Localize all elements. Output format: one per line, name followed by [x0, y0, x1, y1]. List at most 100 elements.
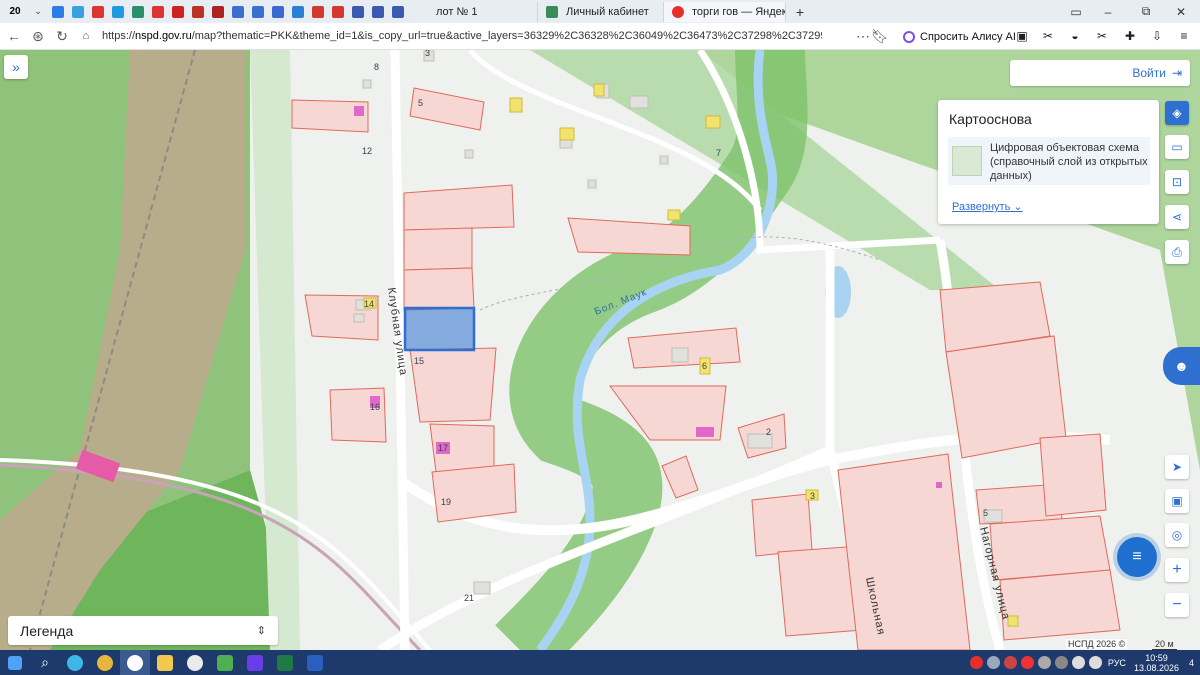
lock-icon[interactable]: ⌂: [74, 24, 98, 48]
parcel: [989, 515, 1111, 581]
legend-dropdown[interactable]: Легенда ⇕: [8, 616, 278, 645]
tab-label: торги гов — Яндекс: наш: [692, 5, 786, 18]
wifi-icon[interactable]: [1071, 656, 1085, 669]
navigate-arrow-icon[interactable]: ➤: [1165, 455, 1189, 479]
close-window-icon[interactable]: ✕: [1165, 0, 1197, 23]
file-explorer-icon[interactable]: [150, 650, 180, 675]
search-icon[interactable]: ⌕: [30, 650, 60, 675]
downloads-icon[interactable]: ⇩: [1148, 27, 1166, 45]
reload-icon[interactable]: ↻: [50, 24, 74, 48]
extension-icon[interactable]: ◒: [1066, 27, 1084, 45]
zoom-out-button[interactable]: −: [1165, 593, 1189, 617]
pinned-tab[interactable]: [228, 2, 248, 22]
pinned-tab[interactable]: [308, 2, 328, 22]
basemap-layer-option[interactable]: Цифровая объектовая схема (справочный сл…: [948, 137, 1150, 185]
pinned-tab[interactable]: [348, 2, 368, 22]
pinned-tab[interactable]: [208, 2, 228, 22]
menu-icon[interactable]: ≡: [1175, 27, 1193, 45]
pinned-tab[interactable]: [68, 2, 88, 22]
edge-icon[interactable]: [60, 650, 90, 675]
back-arrow-icon[interactable]: ←: [2, 24, 26, 48]
maximize-icon[interactable]: ⧉: [1130, 0, 1162, 23]
pinned-tab[interactable]: [288, 2, 308, 22]
pinned-tab[interactable]: [148, 2, 168, 22]
extension-icon[interactable]: ▣: [1013, 27, 1031, 45]
ruler-tool-icon[interactable]: ▭: [1165, 135, 1189, 159]
clock[interactable]: 10:59 13.08.2026: [1134, 653, 1179, 673]
selected-parcel: [403, 306, 476, 352]
tab-count-badge[interactable]: 20: [5, 3, 25, 20]
plot-number: 6: [702, 361, 707, 371]
minimap-icon[interactable]: ▣: [1165, 489, 1189, 513]
bookmark-window-icon[interactable]: ▭: [1060, 0, 1092, 23]
tab-yandex-search[interactable]: торги гов — Яндекс: наш: [664, 1, 786, 22]
pinned-tab[interactable]: [328, 2, 348, 22]
help-chat-icon[interactable]: ☻: [1163, 347, 1200, 385]
basemap-panel: Картооснова Цифровая объектовая схема (с…: [938, 100, 1159, 224]
tray-icon[interactable]: [1020, 656, 1034, 669]
pinned-tab[interactable]: [128, 2, 148, 22]
tab-lot[interactable]: лот № 1: [428, 1, 538, 22]
expand-link[interactable]: Развернуть ⌄: [952, 200, 1023, 213]
parcel: [1039, 433, 1107, 517]
shield-icon[interactable]: ⊛: [26, 24, 50, 48]
pinned-tab[interactable]: [48, 2, 68, 22]
tab-cabinet[interactable]: Личный кабинет: [538, 1, 664, 22]
start-windows-icon[interactable]: [0, 650, 30, 675]
select-area-tool-icon[interactable]: ⊡: [1165, 170, 1189, 194]
plot-number: 2: [766, 427, 771, 437]
word-icon[interactable]: [300, 650, 330, 675]
notifications-badge[interactable]: 4: [1189, 658, 1194, 668]
minimize-icon[interactable]: –: [1090, 0, 1126, 23]
scale-bar: 20 м: [1152, 639, 1177, 650]
pinned-tab[interactable]: [368, 2, 388, 22]
share-icon[interactable]: ⋖: [1165, 205, 1189, 229]
app-icon[interactable]: [180, 650, 210, 675]
tab-label: лот № 1: [436, 5, 478, 18]
pinned-tab[interactable]: [248, 2, 268, 22]
extension-icon[interactable]: ✂: [1039, 27, 1057, 45]
tray-icon[interactable]: [1037, 656, 1051, 669]
zoom-in-button[interactable]: +: [1165, 558, 1189, 582]
alice-label: Спросить Алису AI: [920, 30, 1016, 43]
system-tray: РУС 10:59 13.08.2026 4: [968, 650, 1200, 675]
volume-icon[interactable]: [1088, 656, 1102, 669]
chrome-icon[interactable]: [90, 650, 120, 675]
locate-icon[interactable]: ◎: [1165, 523, 1189, 547]
url-field[interactable]: https://nspd.gov.ru/map?thematic=PKK&the…: [102, 30, 822, 42]
print-icon[interactable]: ⎙: [1165, 240, 1189, 264]
extension-icon[interactable]: ✂: [1093, 27, 1111, 45]
app-icon[interactable]: [210, 650, 240, 675]
cadastral-map[interactable]: 3 8 5 12 7 14 15 6 16 2 17 3 19 5 21 Клу…: [0, 50, 1200, 650]
layers-tool-icon[interactable]: ◈: [1165, 101, 1189, 125]
yandex-tray-icon[interactable]: [969, 656, 983, 669]
pinned-tab[interactable]: [388, 2, 408, 22]
bookmark-icon[interactable]: 🔖︎: [868, 24, 892, 48]
chat-bubble-icon[interactable]: ≡: [1117, 537, 1157, 577]
excel-icon[interactable]: [270, 650, 300, 675]
clock-time: 10:59: [1145, 652, 1168, 663]
tray-icon[interactable]: [1054, 656, 1068, 669]
yandex-browser-icon[interactable]: [120, 650, 150, 675]
expand-panel-button[interactable]: »: [4, 55, 28, 79]
pinned-tab[interactable]: [108, 2, 128, 22]
alice-icon: [903, 30, 915, 43]
tray-icon[interactable]: [1003, 656, 1017, 669]
pinned-tab[interactable]: [268, 2, 288, 22]
tray-icon[interactable]: [986, 656, 1000, 669]
ask-alice-button[interactable]: Спросить Алису AI: [897, 27, 1022, 46]
pinned-tab[interactable]: [188, 2, 208, 22]
plot-number: 17: [438, 443, 448, 453]
new-tab-plus-icon[interactable]: +: [790, 2, 810, 22]
login-button[interactable]: Войти ⇥: [1010, 60, 1190, 86]
app-icon[interactable]: [240, 650, 270, 675]
pinned-tab[interactable]: [168, 2, 188, 22]
pinned-tab[interactable]: [88, 2, 108, 22]
cabinet-favicon-icon: [546, 5, 558, 18]
puzzle-icon[interactable]: ✚: [1121, 27, 1139, 45]
plot-number: 21: [464, 593, 474, 603]
expand-label: Развернуть: [952, 201, 1011, 213]
tab-label: Личный кабинет: [566, 5, 649, 18]
language-indicator[interactable]: РУС: [1108, 658, 1126, 668]
tabs-dropdown-icon[interactable]: ⌄: [28, 2, 48, 22]
